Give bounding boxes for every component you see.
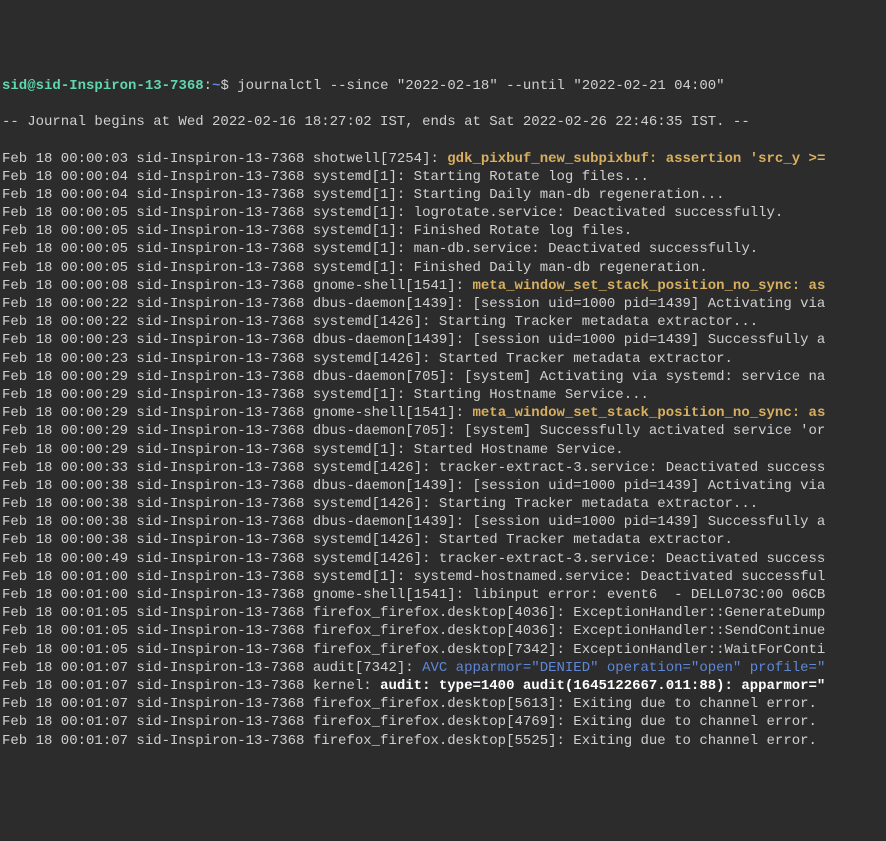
command-text: journalctl --since "2022-02-18" --until … [237,78,724,94]
log-line: Feb 18 00:00:03 sid-Inspiron-13-7368 sho… [2,150,884,168]
log-line: Feb 18 00:00:29 sid-Inspiron-13-7368 dbu… [2,422,884,440]
log-text: Feb 18 00:00:29 sid-Inspiron-13-7368 sys… [2,387,649,403]
log-text: Feb 18 00:00:05 sid-Inspiron-13-7368 sys… [2,241,758,257]
log-line: Feb 18 00:00:22 sid-Inspiron-13-7368 sys… [2,313,884,331]
log-text: Feb 18 00:00:29 sid-Inspiron-13-7368 dbu… [2,423,825,439]
log-line: Feb 18 00:01:07 sid-Inspiron-13-7368 fir… [2,713,884,731]
log-text: Feb 18 00:01:05 sid-Inspiron-13-7368 fir… [2,605,825,621]
log-line: Feb 18 00:00:08 sid-Inspiron-13-7368 gno… [2,277,884,295]
log-text: Feb 18 00:00:49 sid-Inspiron-13-7368 sys… [2,551,825,567]
log-text: Feb 18 00:00:23 sid-Inspiron-13-7368 sys… [2,351,733,367]
prompt-host: sid-Inspiron-13-7368 [36,78,204,94]
log-text: Feb 18 00:00:04 sid-Inspiron-13-7368 sys… [2,169,649,185]
log-line: Feb 18 00:00:29 sid-Inspiron-13-7368 sys… [2,386,884,404]
log-line: Feb 18 00:00:29 sid-Inspiron-13-7368 gno… [2,404,884,422]
log-line: Feb 18 00:01:05 sid-Inspiron-13-7368 fir… [2,604,884,622]
log-line: Feb 18 00:00:04 sid-Inspiron-13-7368 sys… [2,168,884,186]
log-bold: audit: type=1400 audit(1645122667.011:88… [380,678,825,694]
log-audit: AVC apparmor="DENIED" operation="open" p… [422,660,825,676]
journal-header: -- Journal begins at Wed 2022-02-16 18:2… [2,113,884,131]
log-text: Feb 18 00:00:38 sid-Inspiron-13-7368 sys… [2,496,758,512]
log-text: Feb 18 00:01:07 sid-Inspiron-13-7368 fir… [2,714,817,730]
prompt-dollar: $ [220,78,237,94]
log-line: Feb 18 00:00:23 sid-Inspiron-13-7368 dbu… [2,331,884,349]
log-text: Feb 18 00:01:07 sid-Inspiron-13-7368 ker… [2,678,380,694]
log-output: Feb 18 00:00:03 sid-Inspiron-13-7368 sho… [2,150,884,750]
log-line: Feb 18 00:00:29 sid-Inspiron-13-7368 sys… [2,441,884,459]
log-line: Feb 18 00:00:05 sid-Inspiron-13-7368 sys… [2,259,884,277]
log-line: Feb 18 00:00:38 sid-Inspiron-13-7368 sys… [2,495,884,513]
log-text: Feb 18 00:00:05 sid-Inspiron-13-7368 sys… [2,223,632,239]
log-text: Feb 18 00:01:07 sid-Inspiron-13-7368 aud… [2,660,422,676]
log-text: Feb 18 00:01:07 sid-Inspiron-13-7368 fir… [2,696,817,712]
log-line: Feb 18 00:01:05 sid-Inspiron-13-7368 fir… [2,641,884,659]
log-text: Feb 18 00:00:05 sid-Inspiron-13-7368 sys… [2,205,783,221]
log-line: Feb 18 00:00:33 sid-Inspiron-13-7368 sys… [2,459,884,477]
log-text: Feb 18 00:00:38 sid-Inspiron-13-7368 dbu… [2,478,825,494]
log-text: Feb 18 00:01:00 sid-Inspiron-13-7368 gno… [2,587,825,603]
log-text: Feb 18 00:00:08 sid-Inspiron-13-7368 gno… [2,278,472,294]
log-line: Feb 18 00:00:04 sid-Inspiron-13-7368 sys… [2,186,884,204]
prompt-at: @ [27,78,35,94]
prompt-line[interactable]: sid@sid-Inspiron-13-7368:~$ journalctl -… [2,77,884,95]
log-line: Feb 18 00:01:07 sid-Inspiron-13-7368 fir… [2,695,884,713]
log-line: Feb 18 00:01:07 sid-Inspiron-13-7368 aud… [2,659,884,677]
log-line: Feb 18 00:00:05 sid-Inspiron-13-7368 sys… [2,222,884,240]
log-text: Feb 18 00:00:04 sid-Inspiron-13-7368 sys… [2,187,725,203]
prompt-user: sid [2,78,27,94]
log-text: Feb 18 00:00:22 sid-Inspiron-13-7368 dbu… [2,296,825,312]
log-text: Feb 18 00:00:22 sid-Inspiron-13-7368 sys… [2,314,758,330]
log-warning: meta_window_set_stack_position_no_sync: … [472,405,825,421]
log-warning: meta_window_set_stack_position_no_sync: … [472,278,825,294]
log-line: Feb 18 00:00:29 sid-Inspiron-13-7368 dbu… [2,368,884,386]
log-line: Feb 18 00:00:38 sid-Inspiron-13-7368 dbu… [2,513,884,531]
log-line: Feb 18 00:01:07 sid-Inspiron-13-7368 fir… [2,732,884,750]
log-line: Feb 18 00:01:00 sid-Inspiron-13-7368 gno… [2,586,884,604]
log-text: Feb 18 00:01:00 sid-Inspiron-13-7368 sys… [2,569,825,585]
log-line: Feb 18 00:00:38 sid-Inspiron-13-7368 sys… [2,531,884,549]
log-text: Feb 18 00:00:05 sid-Inspiron-13-7368 sys… [2,260,708,276]
log-line: Feb 18 00:01:00 sid-Inspiron-13-7368 sys… [2,568,884,586]
log-line: Feb 18 00:00:22 sid-Inspiron-13-7368 dbu… [2,295,884,313]
log-line: Feb 18 00:00:49 sid-Inspiron-13-7368 sys… [2,550,884,568]
log-text: Feb 18 00:00:29 sid-Inspiron-13-7368 dbu… [2,369,825,385]
log-text: Feb 18 00:00:23 sid-Inspiron-13-7368 dbu… [2,332,825,348]
log-text: Feb 18 00:00:38 sid-Inspiron-13-7368 sys… [2,532,733,548]
log-line: Feb 18 00:00:38 sid-Inspiron-13-7368 dbu… [2,477,884,495]
log-line: Feb 18 00:01:05 sid-Inspiron-13-7368 fir… [2,622,884,640]
log-line: Feb 18 00:00:05 sid-Inspiron-13-7368 sys… [2,204,884,222]
log-text: Feb 18 00:01:05 sid-Inspiron-13-7368 fir… [2,642,825,658]
log-text: Feb 18 00:01:05 sid-Inspiron-13-7368 fir… [2,623,825,639]
prompt-colon: : [204,78,212,94]
log-text: Feb 18 00:01:07 sid-Inspiron-13-7368 fir… [2,733,817,749]
log-text: Feb 18 00:00:03 sid-Inspiron-13-7368 sho… [2,151,447,167]
log-line: Feb 18 00:01:07 sid-Inspiron-13-7368 ker… [2,677,884,695]
log-line: Feb 18 00:00:23 sid-Inspiron-13-7368 sys… [2,350,884,368]
log-text: Feb 18 00:00:33 sid-Inspiron-13-7368 sys… [2,460,825,476]
log-text: Feb 18 00:00:29 sid-Inspiron-13-7368 gno… [2,405,472,421]
log-text: Feb 18 00:00:29 sid-Inspiron-13-7368 sys… [2,442,624,458]
log-line: Feb 18 00:00:05 sid-Inspiron-13-7368 sys… [2,240,884,258]
log-warning: gdk_pixbuf_new_subpixbuf: assertion 'src… [447,151,825,167]
log-text: Feb 18 00:00:38 sid-Inspiron-13-7368 dbu… [2,514,825,530]
